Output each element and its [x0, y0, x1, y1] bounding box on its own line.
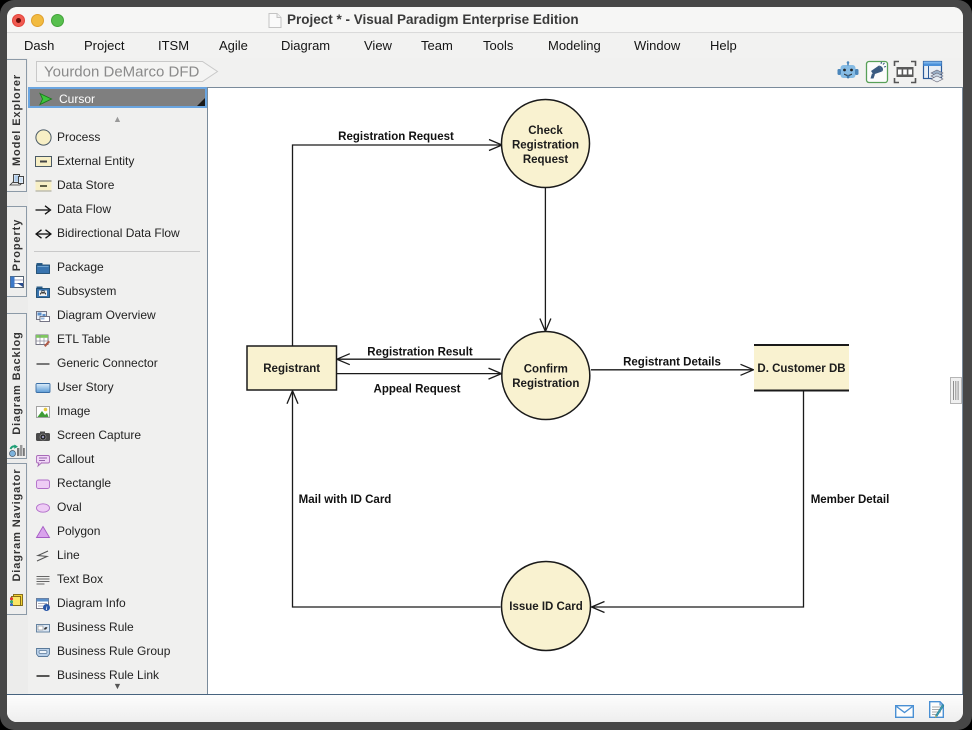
svg-text:Registrant: Registrant [263, 363, 320, 375]
svg-text:Registrant Details: Registrant Details [623, 357, 721, 369]
svg-text:Request: Request [523, 154, 569, 166]
svg-text:Appeal Request: Appeal Request [374, 384, 461, 396]
svg-text:Yourdon DeMarco DFD: Yourdon DeMarco DFD [44, 64, 200, 81]
svg-text:Mail with ID Card: Mail with ID Card [299, 494, 392, 506]
svg-text:Registration: Registration [512, 140, 579, 152]
svg-text:Registration Request: Registration Request [338, 131, 454, 143]
svg-text:D. Customer DB: D. Customer DB [757, 363, 845, 375]
svg-text:Check: Check [528, 125, 563, 137]
svg-text:Issue ID Card: Issue ID Card [509, 601, 583, 613]
svg-text:Confirm: Confirm [524, 364, 568, 376]
svg-text:Registration Result: Registration Result [367, 347, 473, 359]
svg-text:Registration: Registration [512, 378, 579, 390]
svg-text:Member Detail: Member Detail [811, 494, 890, 506]
